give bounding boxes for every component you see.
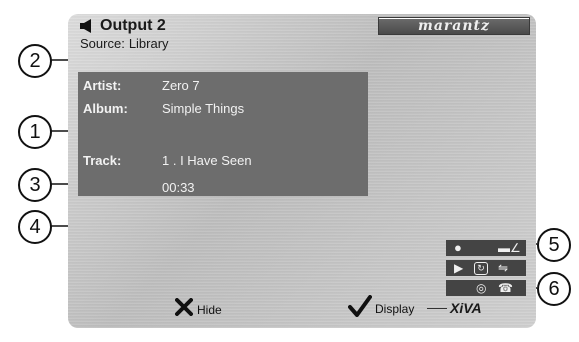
speaker-icon xyxy=(80,19,94,33)
source-label: Source: xyxy=(80,36,125,51)
hide-button[interactable]: Hide xyxy=(175,298,222,321)
display-button[interactable]: Display xyxy=(348,295,414,322)
hide-label: Hide xyxy=(197,302,222,317)
track-info-panel: Artist: Zero 7 Album: Simple Things Trac… xyxy=(78,72,368,196)
callout-5: 5 xyxy=(537,228,571,262)
control-row-top: ● ▬∠ xyxy=(446,240,526,256)
callout-4: 4 xyxy=(18,210,52,244)
album-label: Album: xyxy=(83,101,128,116)
signal-icon: ▬∠ xyxy=(498,241,521,255)
output-row: Output 2 xyxy=(80,17,169,35)
album-value: Simple Things xyxy=(162,101,245,116)
control-row-bottom: ◎ ☎ xyxy=(446,280,526,296)
shuffle-icon[interactable]: ⇋ xyxy=(498,260,508,276)
track-value: 1 . I Have Seen xyxy=(162,153,252,168)
output-title: Output 2 xyxy=(100,17,166,34)
callout-3: 3 xyxy=(18,168,52,202)
display-label: Display xyxy=(375,301,415,316)
checkmark-icon xyxy=(348,295,372,322)
disc-icon[interactable]: ◎ xyxy=(476,280,486,296)
xiva-logo: XiVA xyxy=(450,300,482,316)
callout-2: 2 xyxy=(18,44,52,78)
control-row-middle: ▶ ↻ ⇋ xyxy=(446,260,526,276)
xiva-underline xyxy=(427,308,447,309)
source-line: Source: Library xyxy=(80,36,169,51)
now-playing-screen: Output 2 Source: Library marantz Artist:… xyxy=(68,14,536,328)
header: Output 2 Source: Library xyxy=(80,17,169,51)
source-value: Library xyxy=(128,36,169,51)
callout-6: 6 xyxy=(537,272,571,306)
brand-logo: marantz xyxy=(379,18,529,34)
repeat-icon[interactable]: ↻ xyxy=(474,262,488,275)
play-icon[interactable]: ▶ xyxy=(454,260,463,276)
callout-1: 1 xyxy=(18,115,52,149)
phone-icon[interactable]: ☎ xyxy=(498,280,513,296)
x-icon xyxy=(175,298,193,321)
elapsed-time: 00:33 xyxy=(162,180,195,195)
playback-controls: ● ▬∠ ▶ ↻ ⇋ ◎ ☎ xyxy=(446,240,526,300)
track-label: Track: xyxy=(83,153,122,168)
artist-label: Artist: xyxy=(83,78,122,93)
record-icon[interactable]: ● xyxy=(454,240,462,256)
artist-value: Zero 7 xyxy=(162,78,200,93)
